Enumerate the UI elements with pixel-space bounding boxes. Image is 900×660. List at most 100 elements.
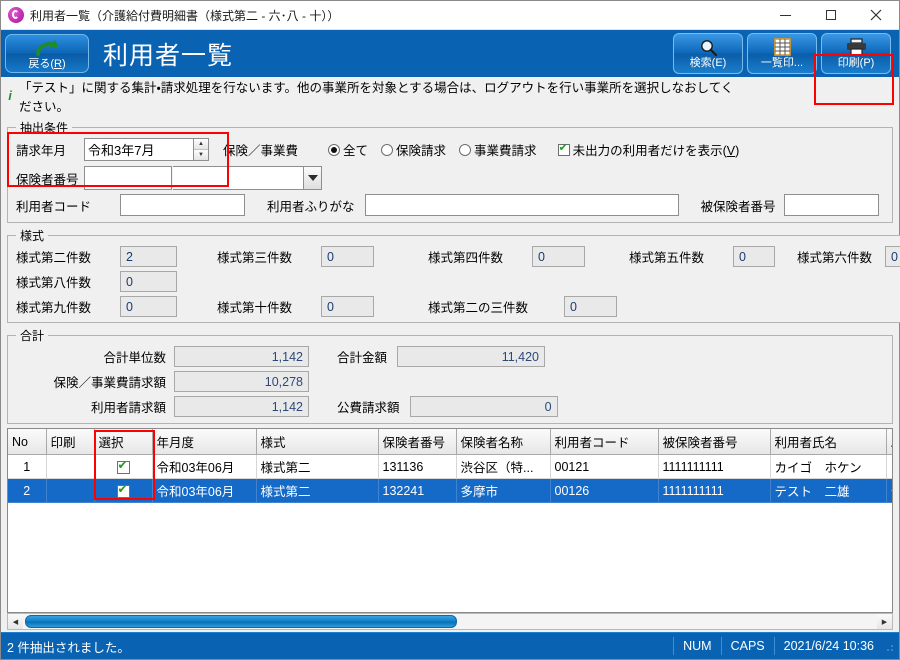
form-5-label: 様式第五件数 <box>629 247 733 266</box>
column-header-form[interactable]: 様式 <box>256 429 378 455</box>
column-header-user-code[interactable]: 利用者コード <box>550 429 658 455</box>
cell-user-code: 00126 <box>550 479 658 503</box>
page-title: 利用者一覧 <box>103 36 233 72</box>
insurer-combo-arrow[interactable] <box>303 166 322 190</box>
billing-month-stepper[interactable]: ▲ ▼ <box>84 138 209 161</box>
scroll-track[interactable] <box>23 614 877 629</box>
public-claim-label: 公費請求額 <box>337 397 400 416</box>
radio-insurance-claim-dot <box>381 144 393 156</box>
column-header-user-name[interactable]: 利用者氏名 <box>770 429 886 455</box>
cell-user-name: テスト 二雄 <box>770 479 886 503</box>
insurer-no-label: 保険者番号 <box>16 169 84 188</box>
radio-business-expense-claim-dot <box>459 144 471 156</box>
insurer-combo[interactable] <box>84 166 322 190</box>
back-button[interactable]: 戻る(R) <box>5 34 89 73</box>
users-table: No 印刷 選択 年月度 様式 保険者番号 保険者名称 利用者コード 被保険者番… <box>8 429 893 503</box>
user-kana-input[interactable] <box>365 194 679 216</box>
column-header-print[interactable]: 印刷 <box>46 429 94 455</box>
horizontal-scrollbar[interactable]: ◀ ▶ <box>7 613 893 630</box>
cell-select[interactable] <box>94 479 152 503</box>
maximize-button[interactable] <box>808 1 853 29</box>
total-amount-label: 合計金額 <box>337 347 387 366</box>
form-2-label: 様式第二件数 <box>16 247 120 266</box>
forms-row-1: 様式第二件数 2 様式第三件数 0 様式第四件数 0 様式第五件数 0 様式第六… <box>16 246 900 267</box>
table-print-icon <box>774 38 791 57</box>
cell-select[interactable] <box>94 455 152 479</box>
radio-insurance-claim[interactable]: 保険請求 <box>381 140 446 159</box>
scroll-thumb[interactable] <box>25 615 457 628</box>
title-bar: 利用者一覧（介護給付費明細書（様式第二 - 六･八 - 十）） <box>1 1 899 30</box>
radio-all[interactable]: 全て <box>328 140 368 159</box>
scroll-right-button[interactable]: ▶ <box>877 614 892 629</box>
cell-insured-no: 1111111111 <box>658 455 770 479</box>
checkbox-unoutput-only-label: 未出力の利用者だけを表示(V) <box>573 140 740 159</box>
billing-month-input[interactable] <box>84 138 194 161</box>
cell-form: 様式第二 <box>256 455 378 479</box>
form-2-value: 2 <box>120 246 177 267</box>
minimize-button[interactable] <box>763 1 808 29</box>
column-header-kana[interactable]: ふり <box>886 429 893 455</box>
search-button[interactable]: 検索(E) <box>673 33 743 74</box>
scroll-left-button[interactable]: ◀ <box>8 614 23 629</box>
radio-all-label: 全て <box>343 140 368 159</box>
insured-no-input[interactable] <box>784 194 879 216</box>
cell-form: 様式第二 <box>256 479 378 503</box>
close-button[interactable] <box>853 1 899 29</box>
grid-empty-area <box>8 503 892 612</box>
cell-period: 令和03年06月 <box>152 455 256 479</box>
form-5-value: 0 <box>733 246 775 267</box>
spin-up-button[interactable]: ▲ <box>194 139 208 150</box>
filter-row-insurer: 保険者番号 <box>16 166 884 190</box>
column-header-select[interactable]: 選択 <box>94 429 152 455</box>
cell-user-name: カイゴ ホケン <box>770 455 886 479</box>
radio-business-expense-claim[interactable]: 事業費請求 <box>459 140 537 159</box>
checkbox-unoutput-only[interactable]: 未出力の利用者だけを表示(V) <box>558 140 740 159</box>
row-select-checkbox[interactable] <box>117 485 130 498</box>
filter-row-user: 利用者コード 利用者ふりがな 被保険者番号 <box>16 194 884 216</box>
users-grid[interactable]: No 印刷 選択 年月度 様式 保険者番号 保険者名称 利用者コード 被保険者番… <box>7 428 893 613</box>
maximize-icon <box>826 10 836 20</box>
info-message-line1: 「テスト」に関する集計・請求処理を行ないます。他の事業所を対象とする場合は、ログ… <box>19 79 737 98</box>
insurer-name-input[interactable] <box>173 166 303 190</box>
user-code-input[interactable] <box>120 194 245 216</box>
totals-group: 合計 合計単位数 1,142 合計金額 11,420 保険／事業費請求額 10,… <box>7 327 893 424</box>
spin-down-button[interactable]: ▼ <box>194 150 208 160</box>
filter-row-billing-month: 請求年月 ▲ ▼ 保険／事業費 全て 保険請求 <box>16 138 884 161</box>
print-button[interactable]: 印刷(P) <box>821 33 891 74</box>
status-num-indicator: NUM <box>673 637 720 655</box>
cell-print[interactable] <box>46 479 94 503</box>
column-header-period[interactable]: 年月度 <box>152 429 256 455</box>
totals-row-3: 利用者請求額 1,142 公費請求額 0 <box>16 396 884 417</box>
status-caps-indicator: CAPS <box>721 637 774 655</box>
resize-grip[interactable] <box>883 637 897 655</box>
form-9-label: 様式第九件数 <box>16 297 120 316</box>
cell-user-code: 00121 <box>550 455 658 479</box>
form-3-label: 様式第三件数 <box>217 247 321 266</box>
table-row[interactable]: 1 令和03年06月 様式第二 131136 渋谷区（特... 00121 11… <box>8 455 893 479</box>
column-header-insurer-name[interactable]: 保険者名称 <box>456 429 550 455</box>
cell-insurer-no: 132241 <box>378 479 456 503</box>
list-print-button[interactable]: 一覧印... <box>747 33 817 74</box>
status-message: 2 件抽出されました。 <box>1 637 673 656</box>
form-2-3-label: 様式第二の三件数 <box>428 297 564 316</box>
status-bar: 2 件抽出されました。 NUM CAPS 2021/6/24 10:36 <box>1 632 899 659</box>
toolbar-buttons: 検索(E) 一覧印... <box>669 33 891 74</box>
chevron-down-icon <box>308 175 318 181</box>
printer-icon <box>846 38 867 57</box>
billing-month-spin-buttons[interactable]: ▲ ▼ <box>194 138 209 161</box>
row-select-checkbox[interactable] <box>117 461 130 474</box>
column-header-insured-no[interactable]: 被保険者番号 <box>658 429 770 455</box>
application-window: 利用者一覧（介護給付費明細書（様式第二 - 六･八 - 十）） 戻る(R) 利用… <box>0 0 900 660</box>
billing-month-label: 請求年月 <box>16 140 84 159</box>
insurance-claim-value: 10,278 <box>174 371 309 392</box>
column-header-insurer-no[interactable]: 保険者番号 <box>378 429 456 455</box>
list-print-button-label: 一覧印... <box>761 57 803 70</box>
column-header-no[interactable]: No <box>8 429 46 455</box>
cell-print[interactable] <box>46 455 94 479</box>
info-bar: i 「テスト」に関する集計・請求処理を行ないます。他の事業所を対象とする場合は、… <box>1 77 899 119</box>
insurance-fee-label: 保険／事業費 <box>223 140 298 159</box>
cell-kana: カイ <box>886 455 893 479</box>
table-row[interactable]: 2 令和03年06月 様式第二 132241 多摩市 00126 1111111… <box>8 479 893 503</box>
insurer-no-input[interactable] <box>84 166 172 190</box>
totals-row-2: 保険／事業費請求額 10,278 <box>16 371 884 392</box>
